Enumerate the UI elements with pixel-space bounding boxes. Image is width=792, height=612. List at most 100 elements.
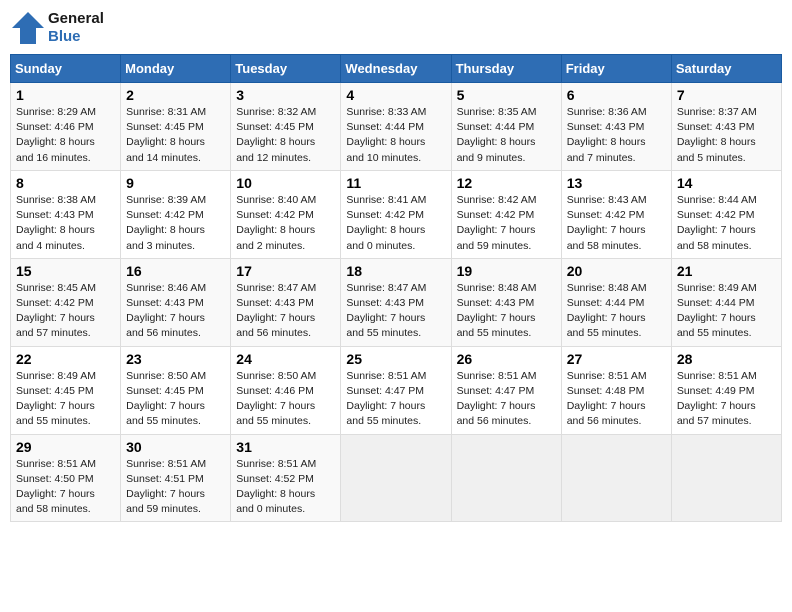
day-info: Sunrise: 8:39 AMSunset: 4:42 PMDaylight:… [126, 193, 225, 254]
calendar-cell: 3 Sunrise: 8:32 AMSunset: 4:45 PMDaylight… [231, 83, 341, 171]
day-info: Sunrise: 8:48 AMSunset: 4:43 PMDaylight:… [457, 281, 556, 342]
day-number: 30 [126, 439, 225, 455]
day-number: 21 [677, 263, 776, 279]
calendar-cell [671, 434, 781, 522]
logo-wordmark: General Blue [48, 10, 104, 46]
calendar-cell: 23 Sunrise: 8:50 AMSunset: 4:45 PMDayligh… [121, 346, 231, 434]
day-info: Sunrise: 8:36 AMSunset: 4:43 PMDaylight:… [567, 105, 666, 166]
logo-container: General Blue [10, 10, 104, 46]
day-number: 13 [567, 175, 666, 191]
day-info: Sunrise: 8:47 AMSunset: 4:43 PMDaylight:… [236, 281, 335, 342]
calendar-cell [561, 434, 671, 522]
weekday-header-tuesday: Tuesday [231, 55, 341, 83]
calendar-cell: 29 Sunrise: 8:51 AMSunset: 4:50 PMDayligh… [11, 434, 121, 522]
calendar-cell: 20 Sunrise: 8:48 AMSunset: 4:44 PMDayligh… [561, 258, 671, 346]
calendar-cell: 8 Sunrise: 8:38 AMSunset: 4:43 PMDaylight… [11, 170, 121, 258]
calendar-cell: 12Sunrise: 8:42 AMSunset: 4:42 PMDayligh… [451, 170, 561, 258]
logo-svg [10, 10, 46, 46]
calendar-cell [451, 434, 561, 522]
day-number: 27 [567, 351, 666, 367]
calendar-table: SundayMondayTuesdayWednesdayThursdayFrid… [10, 54, 782, 522]
day-number: 28 [677, 351, 776, 367]
calendar-week-1: 1 Sunrise: 8:29 AMSunset: 4:46 PMDaylight… [11, 83, 782, 171]
weekday-header-monday: Monday [121, 55, 231, 83]
calendar-cell: 7Sunrise: 8:37 AMSunset: 4:43 PMDaylight… [671, 83, 781, 171]
calendar-cell: 22Sunrise: 8:49 AMSunset: 4:45 PMDayligh… [11, 346, 121, 434]
day-number: 20 [567, 263, 666, 279]
calendar-cell: 9Sunrise: 8:39 AMSunset: 4:42 PMDaylight… [121, 170, 231, 258]
day-number: 7 [677, 87, 776, 103]
day-info: Sunrise: 8:49 AMSunset: 4:44 PMDaylight:… [677, 281, 776, 342]
day-info: Sunrise: 8:41 AMSunset: 4:42 PMDaylight:… [346, 193, 445, 254]
day-number: 29 [16, 439, 115, 455]
day-number: 14 [677, 175, 776, 191]
calendar-cell: 13 Sunrise: 8:43 AMSunset: 4:42 PMDayligh… [561, 170, 671, 258]
calendar-cell [341, 434, 451, 522]
calendar-cell: 5 Sunrise: 8:35 AMSunset: 4:44 PMDaylight… [451, 83, 561, 171]
calendar-cell: 18 Sunrise: 8:47 AMSunset: 4:43 PMDayligh… [341, 258, 451, 346]
day-info: Sunrise: 8:47 AMSunset: 4:43 PMDaylight:… [346, 281, 445, 342]
day-number: 1 [16, 87, 115, 103]
day-info: Sunrise: 8:51 AMSunset: 4:47 PMDaylight:… [346, 369, 445, 430]
day-info: Sunrise: 8:48 AMSunset: 4:44 PMDaylight:… [567, 281, 666, 342]
day-info: Sunrise: 8:51 AMSunset: 4:47 PMDaylight:… [457, 369, 556, 430]
day-number: 17 [236, 263, 335, 279]
calendar-cell: 14 Sunrise: 8:44 AMSunset: 4:42 PMDayligh… [671, 170, 781, 258]
day-number: 18 [346, 263, 445, 279]
calendar-cell: 30Sunrise: 8:51 AMSunset: 4:51 PMDayligh… [121, 434, 231, 522]
day-number: 6 [567, 87, 666, 103]
day-info: Sunrise: 8:51 AMSunset: 4:50 PMDaylight:… [16, 457, 115, 518]
day-info: Sunrise: 8:44 AMSunset: 4:42 PMDaylight:… [677, 193, 776, 254]
calendar-cell: 31Sunrise: 8:51 AMSunset: 4:52 PMDayligh… [231, 434, 341, 522]
calendar-cell: 6 Sunrise: 8:36 AMSunset: 4:43 PMDaylight… [561, 83, 671, 171]
calendar-cell: 25 Sunrise: 8:51 AMSunset: 4:47 PMDayligh… [341, 346, 451, 434]
day-number: 15 [16, 263, 115, 279]
day-info: Sunrise: 8:35 AMSunset: 4:44 PMDaylight:… [457, 105, 556, 166]
calendar-cell: 27Sunrise: 8:51 AMSunset: 4:48 PMDayligh… [561, 346, 671, 434]
day-info: Sunrise: 8:32 AMSunset: 4:45 PMDaylight:… [236, 105, 335, 166]
day-info: Sunrise: 8:42 AMSunset: 4:42 PMDaylight:… [457, 193, 556, 254]
day-info: Sunrise: 8:46 AMSunset: 4:43 PMDaylight:… [126, 281, 225, 342]
calendar-cell: 2Sunrise: 8:31 AMSunset: 4:45 PMDaylight… [121, 83, 231, 171]
calendar-week-5: 29 Sunrise: 8:51 AMSunset: 4:50 PMDayligh… [11, 434, 782, 522]
calendar-cell: 10Sunrise: 8:40 AMSunset: 4:42 PMDayligh… [231, 170, 341, 258]
logo: General Blue [10, 10, 104, 46]
calendar-cell: 28 Sunrise: 8:51 AMSunset: 4:49 PMDayligh… [671, 346, 781, 434]
calendar-cell: 4Sunrise: 8:33 AMSunset: 4:44 PMDaylight… [341, 83, 451, 171]
weekday-header-sunday: Sunday [11, 55, 121, 83]
calendar-cell: 16 Sunrise: 8:46 AMSunset: 4:43 PMDayligh… [121, 258, 231, 346]
day-number: 23 [126, 351, 225, 367]
day-info: Sunrise: 8:40 AMSunset: 4:42 PMDaylight:… [236, 193, 335, 254]
day-number: 19 [457, 263, 556, 279]
day-info: Sunrise: 8:33 AMSunset: 4:44 PMDaylight:… [346, 105, 445, 166]
calendar-cell: 24 Sunrise: 8:50 AMSunset: 4:46 PMDayligh… [231, 346, 341, 434]
day-info: Sunrise: 8:50 AMSunset: 4:45 PMDaylight:… [126, 369, 225, 430]
day-number: 25 [346, 351, 445, 367]
day-info: Sunrise: 8:29 AMSunset: 4:46 PMDaylight:… [16, 105, 115, 166]
day-number: 5 [457, 87, 556, 103]
day-number: 24 [236, 351, 335, 367]
day-info: Sunrise: 8:49 AMSunset: 4:45 PMDaylight:… [16, 369, 115, 430]
day-info: Sunrise: 8:51 AMSunset: 4:52 PMDaylight:… [236, 457, 335, 518]
calendar-cell: 1 Sunrise: 8:29 AMSunset: 4:46 PMDaylight… [11, 83, 121, 171]
day-number: 8 [16, 175, 115, 191]
calendar-week-3: 15 Sunrise: 8:45 AMSunset: 4:42 PMDayligh… [11, 258, 782, 346]
calendar-cell: 26Sunrise: 8:51 AMSunset: 4:47 PMDayligh… [451, 346, 561, 434]
calendar-cell: 21 Sunrise: 8:49 AMSunset: 4:44 PMDayligh… [671, 258, 781, 346]
day-info: Sunrise: 8:50 AMSunset: 4:46 PMDaylight:… [236, 369, 335, 430]
day-info: Sunrise: 8:43 AMSunset: 4:42 PMDaylight:… [567, 193, 666, 254]
calendar-cell: 15 Sunrise: 8:45 AMSunset: 4:42 PMDayligh… [11, 258, 121, 346]
weekday-header-friday: Friday [561, 55, 671, 83]
day-number: 2 [126, 87, 225, 103]
day-number: 3 [236, 87, 335, 103]
header: General Blue [10, 10, 782, 46]
day-info: Sunrise: 8:45 AMSunset: 4:42 PMDaylight:… [16, 281, 115, 342]
weekday-header-wednesday: Wednesday [341, 55, 451, 83]
day-number: 11 [346, 175, 445, 191]
day-info: Sunrise: 8:38 AMSunset: 4:43 PMDaylight:… [16, 193, 115, 254]
calendar-week-2: 8 Sunrise: 8:38 AMSunset: 4:43 PMDaylight… [11, 170, 782, 258]
calendar-header: SundayMondayTuesdayWednesdayThursdayFrid… [11, 55, 782, 83]
day-info: Sunrise: 8:51 AMSunset: 4:49 PMDaylight:… [677, 369, 776, 430]
calendar-cell: 19 Sunrise: 8:48 AMSunset: 4:43 PMDayligh… [451, 258, 561, 346]
day-number: 16 [126, 263, 225, 279]
